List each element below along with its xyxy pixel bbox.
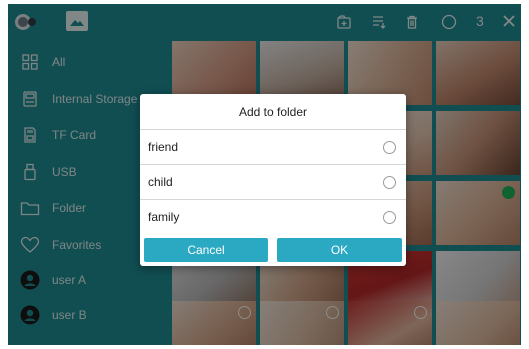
radio-button[interactable] <box>383 141 396 154</box>
ok-button[interactable]: OK <box>277 238 402 262</box>
dialog-title: Add to folder <box>140 94 406 130</box>
folder-option-child[interactable]: child <box>140 165 406 200</box>
folder-option-label: family <box>148 210 180 224</box>
cancel-button[interactable]: Cancel <box>144 238 268 262</box>
radio-button[interactable] <box>383 211 396 224</box>
folder-option-label: child <box>148 175 173 189</box>
add-to-folder-dialog: Add to folder friend child family Cancel… <box>140 94 406 266</box>
folder-option-label: friend <box>148 140 179 154</box>
folder-option-friend[interactable]: friend <box>140 130 406 165</box>
folder-option-family[interactable]: family <box>140 200 406 235</box>
radio-button[interactable] <box>383 176 396 189</box>
